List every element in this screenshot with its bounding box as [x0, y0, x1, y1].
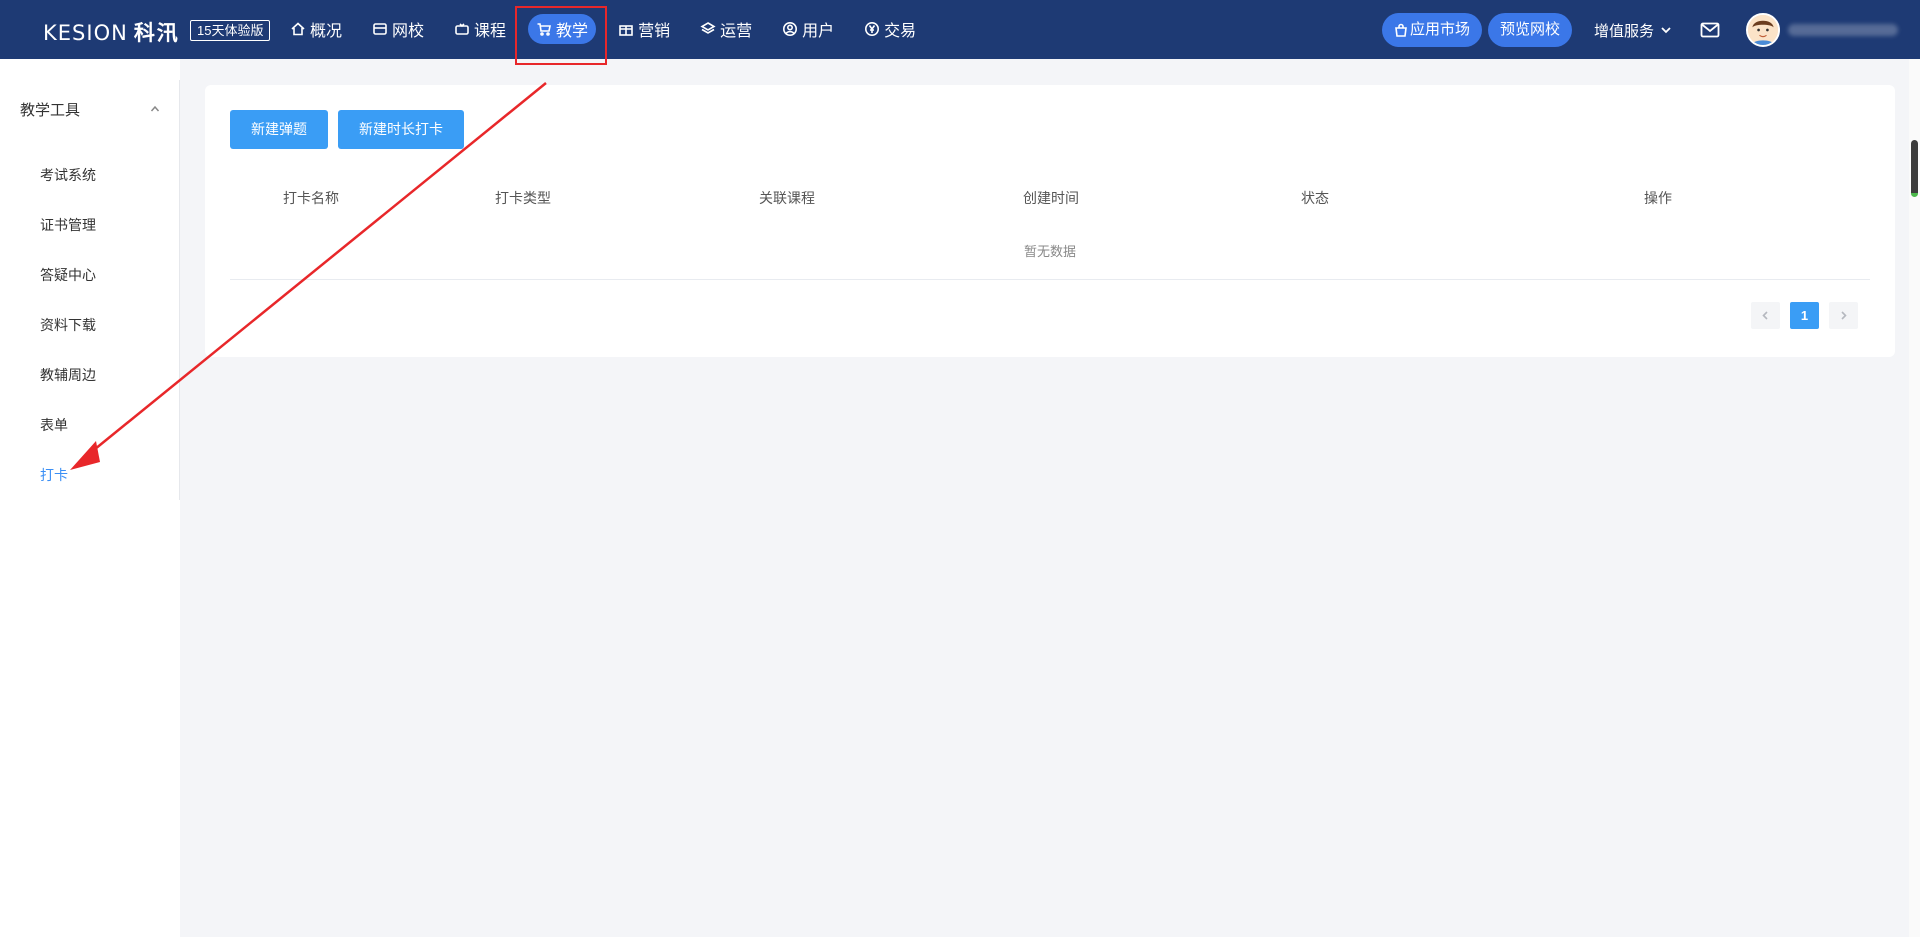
chevron-down-icon — [1661, 27, 1671, 34]
sidebar-item-exam[interactable]: 考试系统 — [40, 165, 96, 185]
sidebar-item-certificate[interactable]: 证书管理 — [40, 215, 96, 235]
column-header-type: 打卡类型 — [495, 190, 551, 206]
checkin-list-card: 新建弹题 新建时长打卡 打卡名称 打卡类型 关联课程 创建时间 状态 操作 暂无… — [205, 85, 1895, 357]
column-header-name: 打卡名称 — [283, 190, 339, 206]
table-divider — [230, 279, 1870, 280]
sidebar-item-materials[interactable]: 教辅周边 — [40, 365, 96, 385]
nav-item-trade[interactable]: 交易 — [856, 14, 924, 44]
trial-badge: 15天体验版 — [190, 20, 271, 41]
nav-item-users[interactable]: 用户 — [774, 14, 842, 44]
nav-label: 概况 — [310, 23, 343, 40]
sidebar-item-qa[interactable]: 答疑中心 — [40, 265, 96, 285]
user-circle-icon — [783, 22, 798, 36]
prev-page-button[interactable] — [1751, 302, 1780, 329]
main-nav: 概况 网校 课程 教学 营销 运营 用户 交易 — [282, 14, 938, 44]
avatar-face-icon — [1748, 15, 1778, 45]
app-market-label: 应用市场 — [1409, 21, 1470, 38]
nav-item-operation[interactable]: 运营 — [692, 14, 760, 44]
nav-item-school[interactable]: 网校 — [364, 14, 432, 44]
header-tools: 应用市场 预览网校 增值服务 — [1381, 13, 1920, 47]
top-navigation-bar: KESION 科汛 15天体验版 概况 网校 课程 教学 营销 运营 用户 交易… — [0, 0, 1920, 59]
brand-latin: KESION — [43, 21, 128, 45]
gift-icon — [619, 25, 633, 36]
nav-item-overview[interactable]: 概况 — [282, 14, 350, 44]
nav-label: 课程 — [474, 23, 507, 40]
video-icon — [455, 23, 469, 35]
chevron-up-icon — [150, 105, 160, 112]
sidebar: 教学工具 考试系统 证书管理 答疑中心 资料下载 教辅周边 表单 打卡 — [0, 59, 180, 937]
nav-label: 用户 — [802, 23, 835, 40]
annotation-highlight-box — [515, 6, 607, 65]
nav-label: 网校 — [392, 23, 425, 40]
new-popup-question-button[interactable]: 新建弹题 — [230, 110, 328, 149]
nav-item-course[interactable]: 课程 — [446, 14, 514, 44]
bag-icon — [1395, 23, 1407, 37]
empty-table-message: 暂无数据 — [1023, 244, 1076, 259]
sidebar-item-downloads[interactable]: 资料下载 — [40, 315, 96, 335]
username-blurred[interactable] — [1788, 24, 1898, 36]
column-header-created: 创建时间 — [1023, 190, 1079, 206]
nav-item-marketing[interactable]: 营销 — [610, 14, 678, 44]
value-added-label: 增值服务 — [1593, 22, 1654, 40]
nav-label: 交易 — [884, 23, 917, 40]
chevron-left-icon — [1762, 311, 1768, 320]
avatar[interactable] — [1746, 13, 1780, 47]
column-header-actions: 操作 — [1644, 190, 1672, 206]
mail-icon[interactable] — [1700, 22, 1720, 38]
page-scrollbar-thumb[interactable] — [1911, 140, 1918, 197]
nav-label: 运营 — [720, 23, 753, 40]
sidebar-group-label: 教学工具 — [20, 101, 81, 119]
column-header-status: 状态 — [1301, 190, 1329, 206]
sidebar-divider — [179, 80, 180, 500]
brand-logo[interactable]: KESION 科汛 — [43, 17, 180, 47]
new-duration-checkin-button[interactable]: 新建时长打卡 — [338, 110, 464, 149]
sidebar-group-teaching-tools[interactable]: 教学工具 — [20, 98, 160, 120]
preview-school-label: 预览网校 — [1499, 21, 1560, 38]
next-page-button[interactable] — [1829, 302, 1858, 329]
preview-school-button[interactable]: 预览网校 — [1487, 13, 1572, 47]
yen-icon — [865, 22, 880, 36]
value-added-dropdown[interactable]: 增值服务 — [1594, 20, 1672, 41]
layers-icon — [700, 22, 716, 34]
sidebar-item-forms[interactable]: 表单 — [40, 415, 68, 435]
column-header-course: 关联课程 — [759, 190, 815, 206]
brand-cn: 科汛 — [133, 21, 180, 45]
page-number-current[interactable]: 1 — [1790, 302, 1819, 329]
home-icon — [291, 22, 305, 36]
pagination: 1 — [1751, 302, 1858, 329]
app-market-button[interactable]: 应用市场 — [1381, 13, 1482, 47]
store-icon — [373, 23, 387, 35]
nav-label: 营销 — [638, 23, 671, 40]
chevron-right-icon — [1841, 311, 1847, 320]
sidebar-item-checkin[interactable]: 打卡 — [40, 465, 68, 485]
